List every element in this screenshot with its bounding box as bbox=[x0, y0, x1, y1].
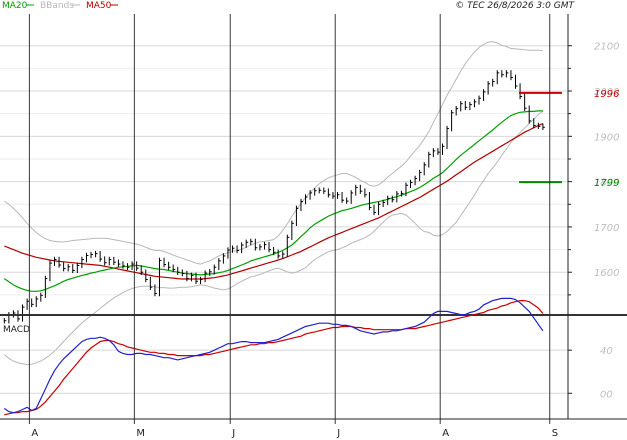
legend-ma50-label: MA50 bbox=[86, 1, 112, 11]
price-chart: MA20 BBands MA50 © TEC 26/8/2026 3:0 GMT… bbox=[0, 0, 627, 440]
month-label: J bbox=[231, 428, 235, 439]
level-label: 1996 bbox=[594, 89, 619, 100]
macd-y-tick-label: 40 bbox=[600, 346, 613, 357]
price-y-tick-label: 1600 bbox=[594, 268, 619, 279]
month-label: S bbox=[552, 428, 558, 439]
price-y-tick-label: 2100 bbox=[594, 42, 619, 53]
month-label: A bbox=[31, 428, 38, 439]
level-label: 1799 bbox=[594, 178, 619, 189]
price-y-tick-label: 1900 bbox=[594, 132, 619, 143]
macd-title: MACD bbox=[3, 325, 30, 335]
price-y-tick-label: 1700 bbox=[594, 223, 619, 234]
copyright-label: © TEC 26/8/2026 3:0 GMT bbox=[455, 1, 575, 11]
legend-ma20-label: MA20 bbox=[2, 1, 28, 11]
macd-y-tick-label: 00 bbox=[600, 389, 613, 400]
legend-bbands-label: BBands bbox=[40, 1, 74, 11]
month-label: M bbox=[136, 428, 145, 439]
month-label: J bbox=[336, 428, 340, 439]
chart-background bbox=[0, 0, 627, 440]
legend: MA20 BBands MA50 bbox=[2, 1, 118, 11]
month-label: A bbox=[442, 428, 449, 439]
